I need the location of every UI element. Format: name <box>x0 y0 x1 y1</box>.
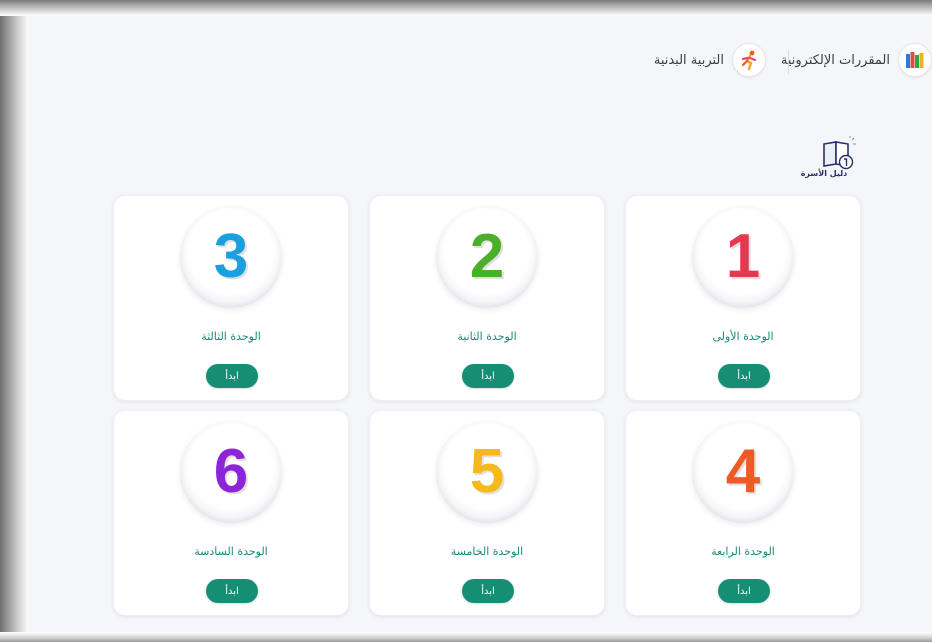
unit-title: الوحدة السادسة <box>194 545 268 558</box>
unit-number-badge: 5 <box>436 421 538 523</box>
unit-card-6: 6 الوحدة السادسة ابدأ <box>113 410 349 616</box>
unit-number: 4 <box>725 437 761 506</box>
family-guide-label: دليل الأسرة <box>800 169 848 178</box>
unit-number-badge: 2 <box>436 206 538 308</box>
unit-number-badge: 1 <box>692 206 794 308</box>
unit-title: الوحدة الثانية <box>457 330 517 343</box>
unit-number-badge: 4 <box>692 421 794 523</box>
unit-number: 3 <box>213 222 249 291</box>
start-button-unit-5[interactable]: ابدأ <box>462 579 514 603</box>
unit-title: الوحدة الخامسة <box>450 545 524 558</box>
unit-number: 5 <box>469 437 505 506</box>
start-button-unit-6[interactable]: ابدأ <box>206 579 258 603</box>
window-shadow-top <box>0 0 932 16</box>
start-button-unit-4[interactable]: ابدأ <box>718 579 770 603</box>
unit-number-badge: 3 <box>180 206 282 308</box>
family-guide-link[interactable]: دليل الأسرة <box>794 136 866 184</box>
header: المقررات الإلكترونية التربية البدنية <box>28 16 932 106</box>
window-shadow-bottom <box>0 632 932 642</box>
unit-card-4: 4 الوحدة الرابعة ابدأ <box>625 410 861 616</box>
unit-card-2: 2 الوحدة الثانية ابدأ <box>369 195 605 401</box>
unit-card-1: 1 الوحدة الأولى ابدأ <box>625 195 861 401</box>
unit-number: 2 <box>469 222 505 291</box>
unit-number-badge: 6 <box>180 421 282 523</box>
unit-number: 1 <box>725 222 761 291</box>
start-button-unit-3[interactable]: ابدأ <box>206 364 258 388</box>
unit-title: الوحدة الرابعة <box>711 545 775 558</box>
physical-education-label: التربية البدنية <box>653 52 724 68</box>
physical-education-link[interactable]: التربية البدنية <box>653 43 766 77</box>
runner-icon <box>732 43 766 77</box>
unit-title: الوحدة الأولى <box>712 330 774 343</box>
unit-card-3: 3 الوحدة الثالثة ابدأ <box>113 195 349 401</box>
page-content: المقررات الإلكترونية التربية البدنية دلي… <box>28 16 932 632</box>
header-divider <box>788 50 789 74</box>
unit-number: 6 <box>213 437 249 506</box>
electronic-courses-label: المقررات الإلكترونية <box>780 52 890 68</box>
books-icon <box>898 43 932 77</box>
start-button-unit-1[interactable]: ابدأ <box>718 364 770 388</box>
start-button-unit-2[interactable]: ابدأ <box>462 364 514 388</box>
unit-card-5: 5 الوحدة الخامسة ابدأ <box>369 410 605 616</box>
unit-title: الوحدة الثالثة <box>201 330 261 343</box>
window: المقررات الإلكترونية التربية البدنية دلي… <box>0 0 932 642</box>
electronic-courses-link[interactable]: المقررات الإلكترونية <box>780 43 932 77</box>
window-shadow-left <box>0 0 28 642</box>
